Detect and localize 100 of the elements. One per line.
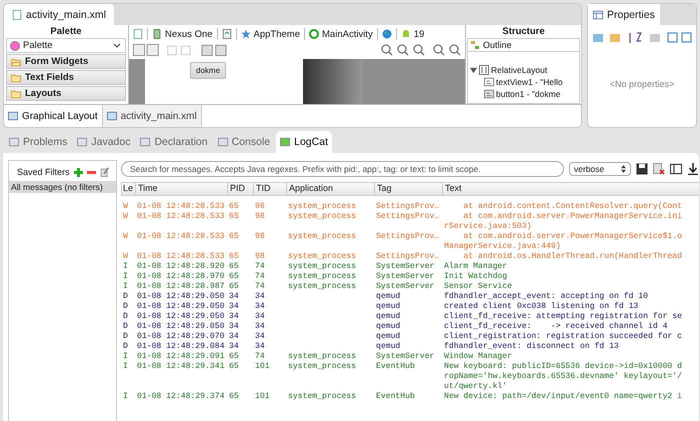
filter-item[interactable]: All messages (no filters)	[9, 181, 116, 193]
tag-cell-text: SystemServer	[375, 282, 436, 292]
device-frame	[303, 59, 363, 104]
rotate-icon[interactable]	[222, 29, 232, 39]
tag-cell-text: qemud	[375, 302, 402, 312]
message-cell-text: New keyboard: publicID=65536 device->id=0x10000 d	[443, 362, 683, 372]
priority-cell-text: D	[122, 332, 129, 342]
column-header[interactable]: Time	[135, 183, 227, 195]
search-field[interactable]: Search for messages. Accepts Java regexes. Prefix with pid:, app:, tag: or text: to limit scope.	[121, 161, 564, 177]
add-icon[interactable]	[74, 168, 83, 176]
time-cell-text: 01-08 12:48:28.533	[136, 232, 226, 242]
theme-selector[interactable]: AppTheme	[240, 28, 300, 40]
column-header[interactable]: TID	[253, 183, 286, 195]
pid-cell-text: 65	[228, 272, 240, 282]
priority-cell-text: D	[122, 342, 129, 352]
message-cell-text: at com.android.server.PowerManagerService.ini	[462, 212, 683, 222]
view-tab[interactable]: Console	[214, 131, 274, 153]
priority-cell-text: I	[122, 392, 129, 402]
pid-cell-text: 65	[228, 352, 240, 362]
tag-cell-text: qemud	[375, 312, 402, 322]
column-header[interactable]: Tag	[374, 183, 442, 195]
tid-cell-text: 74	[254, 262, 266, 272]
tree-item[interactable]: button1 - "dokme	[468, 88, 579, 100]
editor-tab[interactable]: activity_main.xml	[4, 4, 114, 25]
priority-cell-text: D	[122, 292, 129, 302]
time-cell-text: 01-08 12:48:29.374	[136, 392, 226, 402]
priority-cell-text: D	[122, 312, 129, 322]
tid-cell-text: 74	[254, 352, 266, 362]
tag-cell-text: qemud	[375, 332, 402, 342]
properties-tab[interactable]: Properties	[588, 4, 660, 25]
tag-cell-text: SystemServer	[375, 352, 436, 362]
time-cell-text: 01-08 12:48:29.084	[136, 342, 226, 352]
tag-cell-text: SettingsProv…	[375, 252, 440, 262]
view-tab[interactable]: LogCat	[276, 131, 332, 153]
tid-cell-text: 34	[254, 302, 266, 312]
globe-icon[interactable]	[382, 29, 392, 39]
pid-cell-text: 34	[228, 302, 240, 312]
pid-cell-text: 34	[228, 322, 240, 332]
column-header[interactable]: Application	[286, 183, 374, 195]
file-icon	[12, 10, 22, 20]
api-level-selector[interactable]: 19	[400, 28, 424, 40]
tid-cell-text: 74	[254, 282, 266, 292]
time-cell-text: 01-08 12:48:29.070	[136, 332, 226, 342]
priority-cell-text: W	[122, 232, 129, 242]
edit-icon[interactable]	[100, 167, 110, 177]
view-tab[interactable]: Declaration	[136, 131, 212, 153]
document-icon	[8, 111, 18, 121]
time-cell-text: 01-08 12:48:29.341	[136, 362, 226, 372]
view-tab[interactable]: Problems	[5, 131, 72, 153]
tree-item[interactable]: RelativeLayout	[468, 64, 579, 76]
zoom-icons-drawing[interactable]	[381, 44, 461, 56]
tree-item[interactable]: textView1 - "Hello	[468, 76, 579, 88]
message-cell-text: Window Manager	[443, 352, 513, 362]
view-icon	[280, 137, 290, 147]
message-cell-text: fdhandler_accept_event: accepting on fd 10	[443, 292, 649, 302]
priority-cell-text: D	[122, 302, 129, 312]
time-cell-text: 01-08 12:48:28.920	[136, 262, 226, 272]
file-icon[interactable]	[133, 29, 143, 39]
pid-cell-text: 34	[228, 312, 240, 322]
time-cell-text: 01-08 12:48:28.987	[136, 282, 226, 292]
priority-cell-text: I	[122, 272, 129, 282]
pid-cell-text: 65	[228, 232, 240, 242]
column-header[interactable]: Text	[442, 183, 699, 195]
toolbar-icons-drawing[interactable]	[133, 44, 228, 56]
log-level-select[interactable]: verbose	[569, 162, 631, 176]
device-selector[interactable]: Nexus One	[152, 28, 213, 40]
tid-cell-text: 98	[254, 252, 266, 262]
time-cell-text: 01-08 12:48:29.050	[136, 312, 226, 322]
tag-cell-text: SystemServer	[375, 262, 436, 272]
table-icon	[593, 10, 603, 20]
tag-cell-text: SettingsProv…	[375, 232, 440, 242]
palette-category[interactable]: Layouts	[6, 86, 126, 101]
column-header[interactable]: Le	[121, 183, 135, 195]
palette-category[interactable]: Form Widgets	[6, 54, 126, 69]
palette-category[interactable]: Text Fields	[6, 70, 126, 85]
editor-mode-tab[interactable]: Graphical Layout	[4, 105, 103, 127]
clear-log-icon[interactable]	[653, 163, 665, 175]
pid-cell-text: 65	[228, 362, 240, 372]
editor-mode-tab[interactable]: activity_main.xml	[102, 105, 202, 127]
up-down-arrows-icon	[621, 165, 626, 173]
tag-cell-text: SettingsProv…	[375, 202, 440, 212]
download-arrow-icon[interactable]	[687, 163, 699, 175]
properties-toolbar-icons-drawing[interactable]	[592, 31, 692, 45]
palette-dropdown[interactable]: Palette	[6, 38, 126, 53]
activity-selector[interactable]: MainActivity	[309, 28, 373, 40]
application-cell-text: system_process	[287, 282, 357, 292]
dokme-button[interactable]: dokme	[190, 62, 226, 79]
tag-cell-text: EventHub	[375, 392, 416, 402]
priority-cell-text: I	[122, 352, 129, 362]
save-icon[interactable]	[636, 163, 648, 175]
application-cell-text: system_process	[287, 252, 357, 262]
message-cell-text: created client 0xc038 listening on fd 13	[443, 302, 640, 312]
tid-cell-text: 98	[254, 232, 266, 242]
message-cell-text: at com.android.server.PowerManagerService$1.o	[462, 232, 683, 242]
expand-triangle-icon[interactable]	[470, 66, 477, 74]
view-tab[interactable]: Javadoc	[73, 131, 134, 153]
panel-toggle-icon[interactable]	[670, 163, 682, 175]
message-cell-text: rService.java:503)	[443, 222, 532, 232]
layout-icon	[479, 65, 489, 75]
column-header[interactable]: PID	[227, 183, 253, 195]
